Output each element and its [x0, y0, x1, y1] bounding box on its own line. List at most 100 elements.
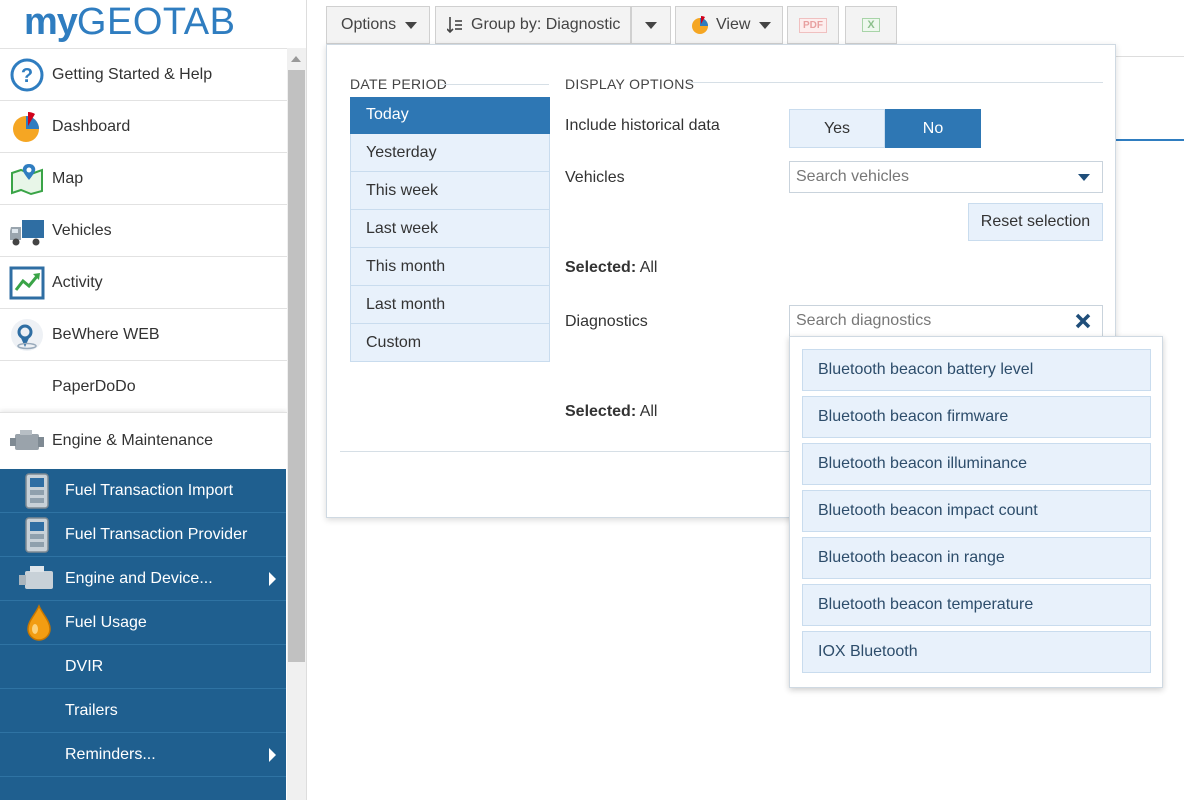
- sidebar-item-map[interactable]: Map: [0, 152, 287, 204]
- chevron-down-icon: [645, 21, 657, 29]
- sidebar-item-label: Activity: [52, 273, 103, 291]
- vehicles-label: Vehicles: [565, 169, 625, 186]
- diagnostics-selected-text: Selected: All: [565, 403, 657, 421]
- pie-chart-icon: [692, 15, 708, 34]
- chevron-down-icon: [759, 21, 772, 29]
- sidebar-item-activity[interactable]: Activity: [0, 256, 287, 308]
- section-divider: [439, 84, 549, 85]
- diagnostics-search-placeholder: Search diagnostics: [796, 312, 932, 329]
- group-by-dropdown-button[interactable]: [631, 6, 671, 44]
- period-today[interactable]: Today: [350, 97, 550, 134]
- bewhere-pin-icon: [11, 318, 43, 351]
- sidebar-item-dashboard[interactable]: Dashboard: [0, 100, 287, 152]
- submenu-item-label: Fuel Usage: [65, 613, 147, 631]
- sidebar-item-paperdodo[interactable]: PaperDoDo: [0, 360, 287, 412]
- chevron-down-icon[interactable]: [1078, 174, 1090, 181]
- activity-chart-icon: [9, 266, 45, 299]
- group-by-button[interactable]: Group by: Diagnostic: [435, 6, 631, 44]
- map-icon: [11, 163, 43, 195]
- diagnostic-option[interactable]: Bluetooth beacon battery level: [802, 349, 1151, 391]
- submenu-item-fuel-usage[interactable]: Fuel Usage: [0, 601, 286, 645]
- sidebar-item-label: Getting Started & Help: [52, 65, 213, 83]
- submenu-item-label: Reminders...: [65, 745, 156, 763]
- historical-no-button[interactable]: No: [885, 109, 981, 148]
- pdf-icon: PDF: [799, 17, 827, 33]
- options-button[interactable]: Options: [326, 6, 430, 44]
- diagnostic-option[interactable]: Bluetooth beacon impact count: [802, 490, 1151, 532]
- sidebar-item-label: Dashboard: [52, 117, 131, 135]
- dashboard-pie-icon: [13, 111, 39, 142]
- export-excel-button[interactable]: X: [845, 6, 897, 44]
- engine-icon: [19, 565, 53, 589]
- submenu-item-reminders[interactable]: Reminders...: [0, 733, 286, 777]
- mygeotab-logo[interactable]: myGEOTAB: [0, 0, 287, 48]
- display-options-title: DISPLAY OPTIONS: [565, 76, 695, 92]
- logo-geotab: GEOTAB: [76, 1, 236, 43]
- vehicles-selected-value: All: [639, 259, 658, 276]
- vehicles-search-input[interactable]: Search vehicles: [789, 161, 1103, 193]
- historical-data-toggle: Yes No: [789, 109, 981, 148]
- submenu-item-fuel-transaction-import[interactable]: Fuel Transaction Import: [0, 469, 286, 513]
- submenu-item-trailers[interactable]: Trailers: [0, 689, 286, 733]
- sidebar-item-engine-maintenance[interactable]: Engine & Maintenance: [0, 412, 287, 468]
- clear-icon[interactable]: [1072, 309, 1094, 333]
- period-custom[interactable]: Custom: [350, 324, 550, 362]
- fuel-drop-icon: [27, 603, 51, 641]
- logo-my: my: [24, 1, 78, 43]
- submenu-item-label: Engine and Device...: [65, 569, 213, 587]
- diagnostic-option[interactable]: Bluetooth beacon illuminance: [802, 443, 1151, 485]
- submenu-item-engine-and-device[interactable]: Engine and Device...: [0, 557, 286, 601]
- diagnostics-search-input[interactable]: Search diagnostics: [789, 305, 1103, 337]
- selected-prefix: Selected:: [565, 403, 637, 420]
- sidebar-item-label: Map: [52, 169, 84, 187]
- selected-prefix: Selected:: [565, 259, 637, 276]
- truck-icon: [10, 219, 44, 245]
- view-button[interactable]: View: [675, 6, 783, 44]
- view-label: View: [716, 16, 751, 33]
- submenu-item-label: DVIR: [65, 657, 104, 675]
- expand-arrow-icon: [269, 747, 276, 762]
- historical-data-label: Include historical data: [565, 117, 720, 134]
- section-divider: [687, 82, 1103, 83]
- engine-icon: [10, 429, 44, 450]
- diagnostic-option[interactable]: Bluetooth beacon temperature: [802, 584, 1151, 626]
- submenu-item-dvir[interactable]: DVIR: [0, 645, 286, 689]
- main-nav: ? Getting Started & Help Dashboard Map V…: [0, 48, 287, 468]
- submenu-item-label: Fuel Transaction Import: [65, 481, 234, 499]
- sidebar-item-bewhere[interactable]: BeWhere WEB: [0, 308, 287, 360]
- sidebar-item-label: PaperDoDo: [52, 377, 136, 395]
- export-pdf-button[interactable]: PDF: [787, 6, 839, 44]
- expand-arrow-icon: [269, 571, 276, 586]
- scrollbar-thumb[interactable]: [288, 70, 305, 662]
- sidebar-scrollbar[interactable]: [287, 48, 306, 800]
- diagnostic-option[interactable]: Bluetooth beacon firmware: [802, 396, 1151, 438]
- reset-selection-button[interactable]: Reset selection: [968, 203, 1103, 241]
- options-label: Options: [341, 16, 397, 33]
- date-period-title: DATE PERIOD: [350, 76, 448, 92]
- help-icon: ?: [10, 58, 44, 91]
- svg-text:?: ?: [21, 65, 33, 87]
- diagnostic-option[interactable]: IOX Bluetooth: [802, 631, 1151, 673]
- submenu-item-fuel-transaction-provider[interactable]: Fuel Transaction Provider: [0, 513, 286, 557]
- historical-yes-button[interactable]: Yes: [789, 109, 885, 148]
- submenu-item-label: Trailers: [65, 701, 118, 719]
- diagnostic-option[interactable]: Bluetooth beacon in range: [802, 537, 1151, 579]
- period-this-month[interactable]: This month: [350, 248, 550, 286]
- sidebar-item-label: Engine & Maintenance: [52, 431, 213, 449]
- group-by-label: Group by: Diagnostic: [471, 16, 621, 33]
- fuel-pump-icon: [25, 516, 49, 553]
- period-last-month[interactable]: Last month: [350, 286, 550, 324]
- scroll-up-arrow-icon[interactable]: [291, 56, 301, 62]
- period-yesterday[interactable]: Yesterday: [350, 134, 550, 172]
- engine-maintenance-submenu: Fuel Transaction Import Fuel Transaction…: [0, 469, 286, 800]
- sidebar-item-getting-started[interactable]: ? Getting Started & Help: [0, 48, 287, 100]
- period-this-week[interactable]: This week: [350, 172, 550, 210]
- diagnostics-dropdown-list: Bluetooth beacon battery level Bluetooth…: [789, 336, 1163, 688]
- vehicles-selected-text: Selected: All: [565, 259, 657, 277]
- chevron-down-icon: [405, 21, 418, 29]
- sidebar-item-label: BeWhere WEB: [52, 325, 160, 343]
- sidebar-item-vehicles[interactable]: Vehicles: [0, 204, 287, 256]
- app-window: myGEOTAB ? Getting Started & Help Dashbo…: [0, 0, 1184, 800]
- period-last-week[interactable]: Last week: [350, 210, 550, 248]
- vehicles-search-placeholder: Search vehicles: [796, 168, 909, 185]
